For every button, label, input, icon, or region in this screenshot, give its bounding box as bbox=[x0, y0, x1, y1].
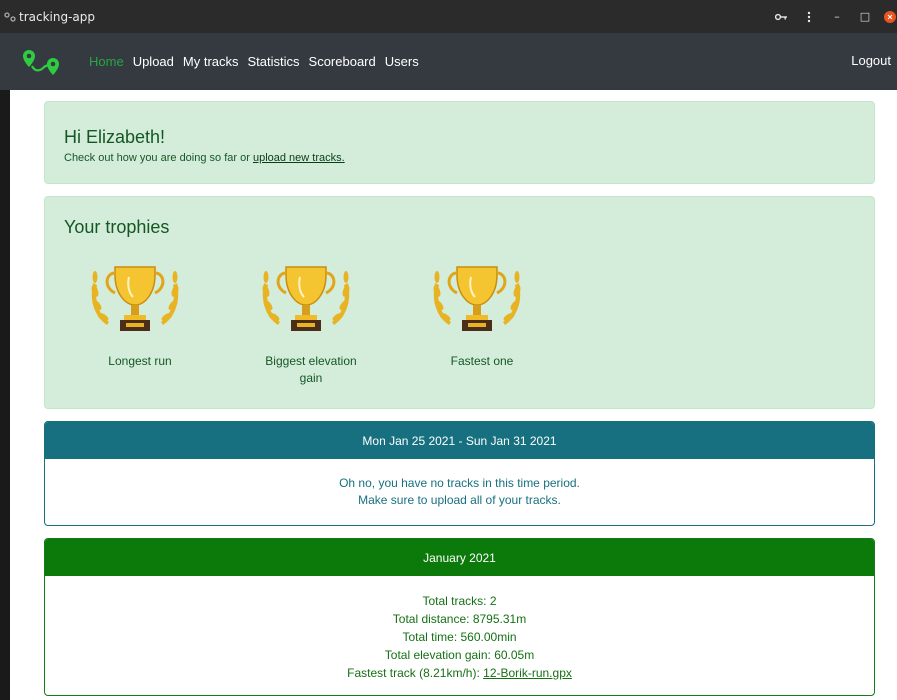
minimize-button[interactable]: – bbox=[823, 0, 851, 33]
greeting-heading: Hi Elizabeth! bbox=[64, 127, 166, 147]
trophy-biggest-elevation: Biggest elevation gain bbox=[256, 253, 427, 388]
greeting-card: Hi Elizabeth! Check out how you are doin… bbox=[44, 101, 875, 184]
nav-users[interactable]: Users bbox=[385, 54, 419, 69]
map-route-pins-icon bbox=[23, 49, 59, 75]
month-summary-card: January 2021 Total tracks: 2 Total dista… bbox=[44, 538, 875, 696]
trophy-list: Longest run Biggest elevation gain Faste… bbox=[85, 253, 598, 388]
month-summary-body: Total tracks: 2 Total distance: 8795.31m… bbox=[45, 576, 874, 682]
no-tracks-message: Oh no, you have no tracks in this time p… bbox=[339, 476, 580, 490]
trophy-label: Biggest elevation gain bbox=[265, 354, 357, 386]
nav-upload[interactable]: Upload bbox=[133, 54, 174, 69]
brand-logo[interactable] bbox=[20, 33, 80, 90]
trophy-label: Longest run bbox=[108, 354, 172, 368]
total-tracks: Total tracks: 2 bbox=[422, 594, 497, 608]
upload-tracks-link[interactable]: upload new tracks. bbox=[253, 152, 345, 164]
week-summary-card: Mon Jan 25 2021 - Sun Jan 31 2021 Oh no,… bbox=[44, 421, 875, 526]
fastest-track-label: Fastest track (8.21km/h): bbox=[347, 666, 484, 680]
maximize-button[interactable]: □ bbox=[851, 0, 879, 33]
logout-link[interactable]: Logout bbox=[851, 53, 891, 68]
greeting-text-prefix: Check out how you are doing so far or bbox=[64, 151, 253, 164]
trophies-heading: Your trophies bbox=[64, 217, 170, 237]
week-range-header: Mon Jan 25 2021 - Sun Jan 31 2021 bbox=[45, 422, 874, 459]
total-distance: Total distance: 8795.31m bbox=[392, 612, 527, 626]
fastest-track: Fastest track (8.21km/h): 12-Borik-run.g… bbox=[45, 664, 874, 682]
total-elevation-gain: Total elevation gain: 60.05m bbox=[384, 648, 535, 662]
nav-my-tracks[interactable]: My tracks bbox=[183, 54, 239, 69]
greeting-text: Check out how you are doing so far or up… bbox=[64, 152, 874, 164]
total-time: Total time: 560.00min bbox=[402, 630, 517, 644]
nav-home[interactable]: Home bbox=[89, 54, 124, 69]
navbar: Home Upload My tracks Statistics Scorebo… bbox=[0, 33, 897, 90]
window-title: tracking-app bbox=[19, 9, 96, 24]
nav-scoreboard[interactable]: Scoreboard bbox=[309, 54, 376, 69]
week-summary-body: Oh no, you have no tracks in this time p… bbox=[45, 459, 874, 510]
close-button[interactable] bbox=[879, 0, 897, 33]
key-icon[interactable] bbox=[767, 0, 795, 33]
trophy-icon bbox=[91, 266, 179, 331]
nav-statistics[interactable]: Statistics bbox=[248, 54, 300, 69]
window-titlebar: tracking-app – □ bbox=[0, 0, 897, 33]
month-header: January 2021 bbox=[45, 539, 874, 576]
trophy-icon bbox=[262, 266, 350, 331]
kebab-menu-icon[interactable] bbox=[795, 0, 823, 33]
window-edge bbox=[0, 90, 10, 700]
trophy-longest-run: Longest run bbox=[85, 253, 256, 388]
close-icon bbox=[884, 10, 896, 23]
upload-reminder: Make sure to upload all of your tracks. bbox=[358, 493, 561, 508]
app-icon bbox=[3, 10, 17, 24]
trophies-card: Your trophies Longest run Biggest elevat… bbox=[44, 196, 875, 409]
fastest-track-link[interactable]: 12-Borik-run.gpx bbox=[483, 666, 572, 680]
main-content: Hi Elizabeth! Check out how you are doin… bbox=[10, 90, 897, 700]
trophy-fastest-one: Fastest one bbox=[427, 253, 598, 388]
nav-links: Home Upload My tracks Statistics Scorebo… bbox=[89, 54, 428, 69]
trophy-label: Fastest one bbox=[450, 354, 514, 368]
trophy-icon bbox=[433, 266, 521, 331]
